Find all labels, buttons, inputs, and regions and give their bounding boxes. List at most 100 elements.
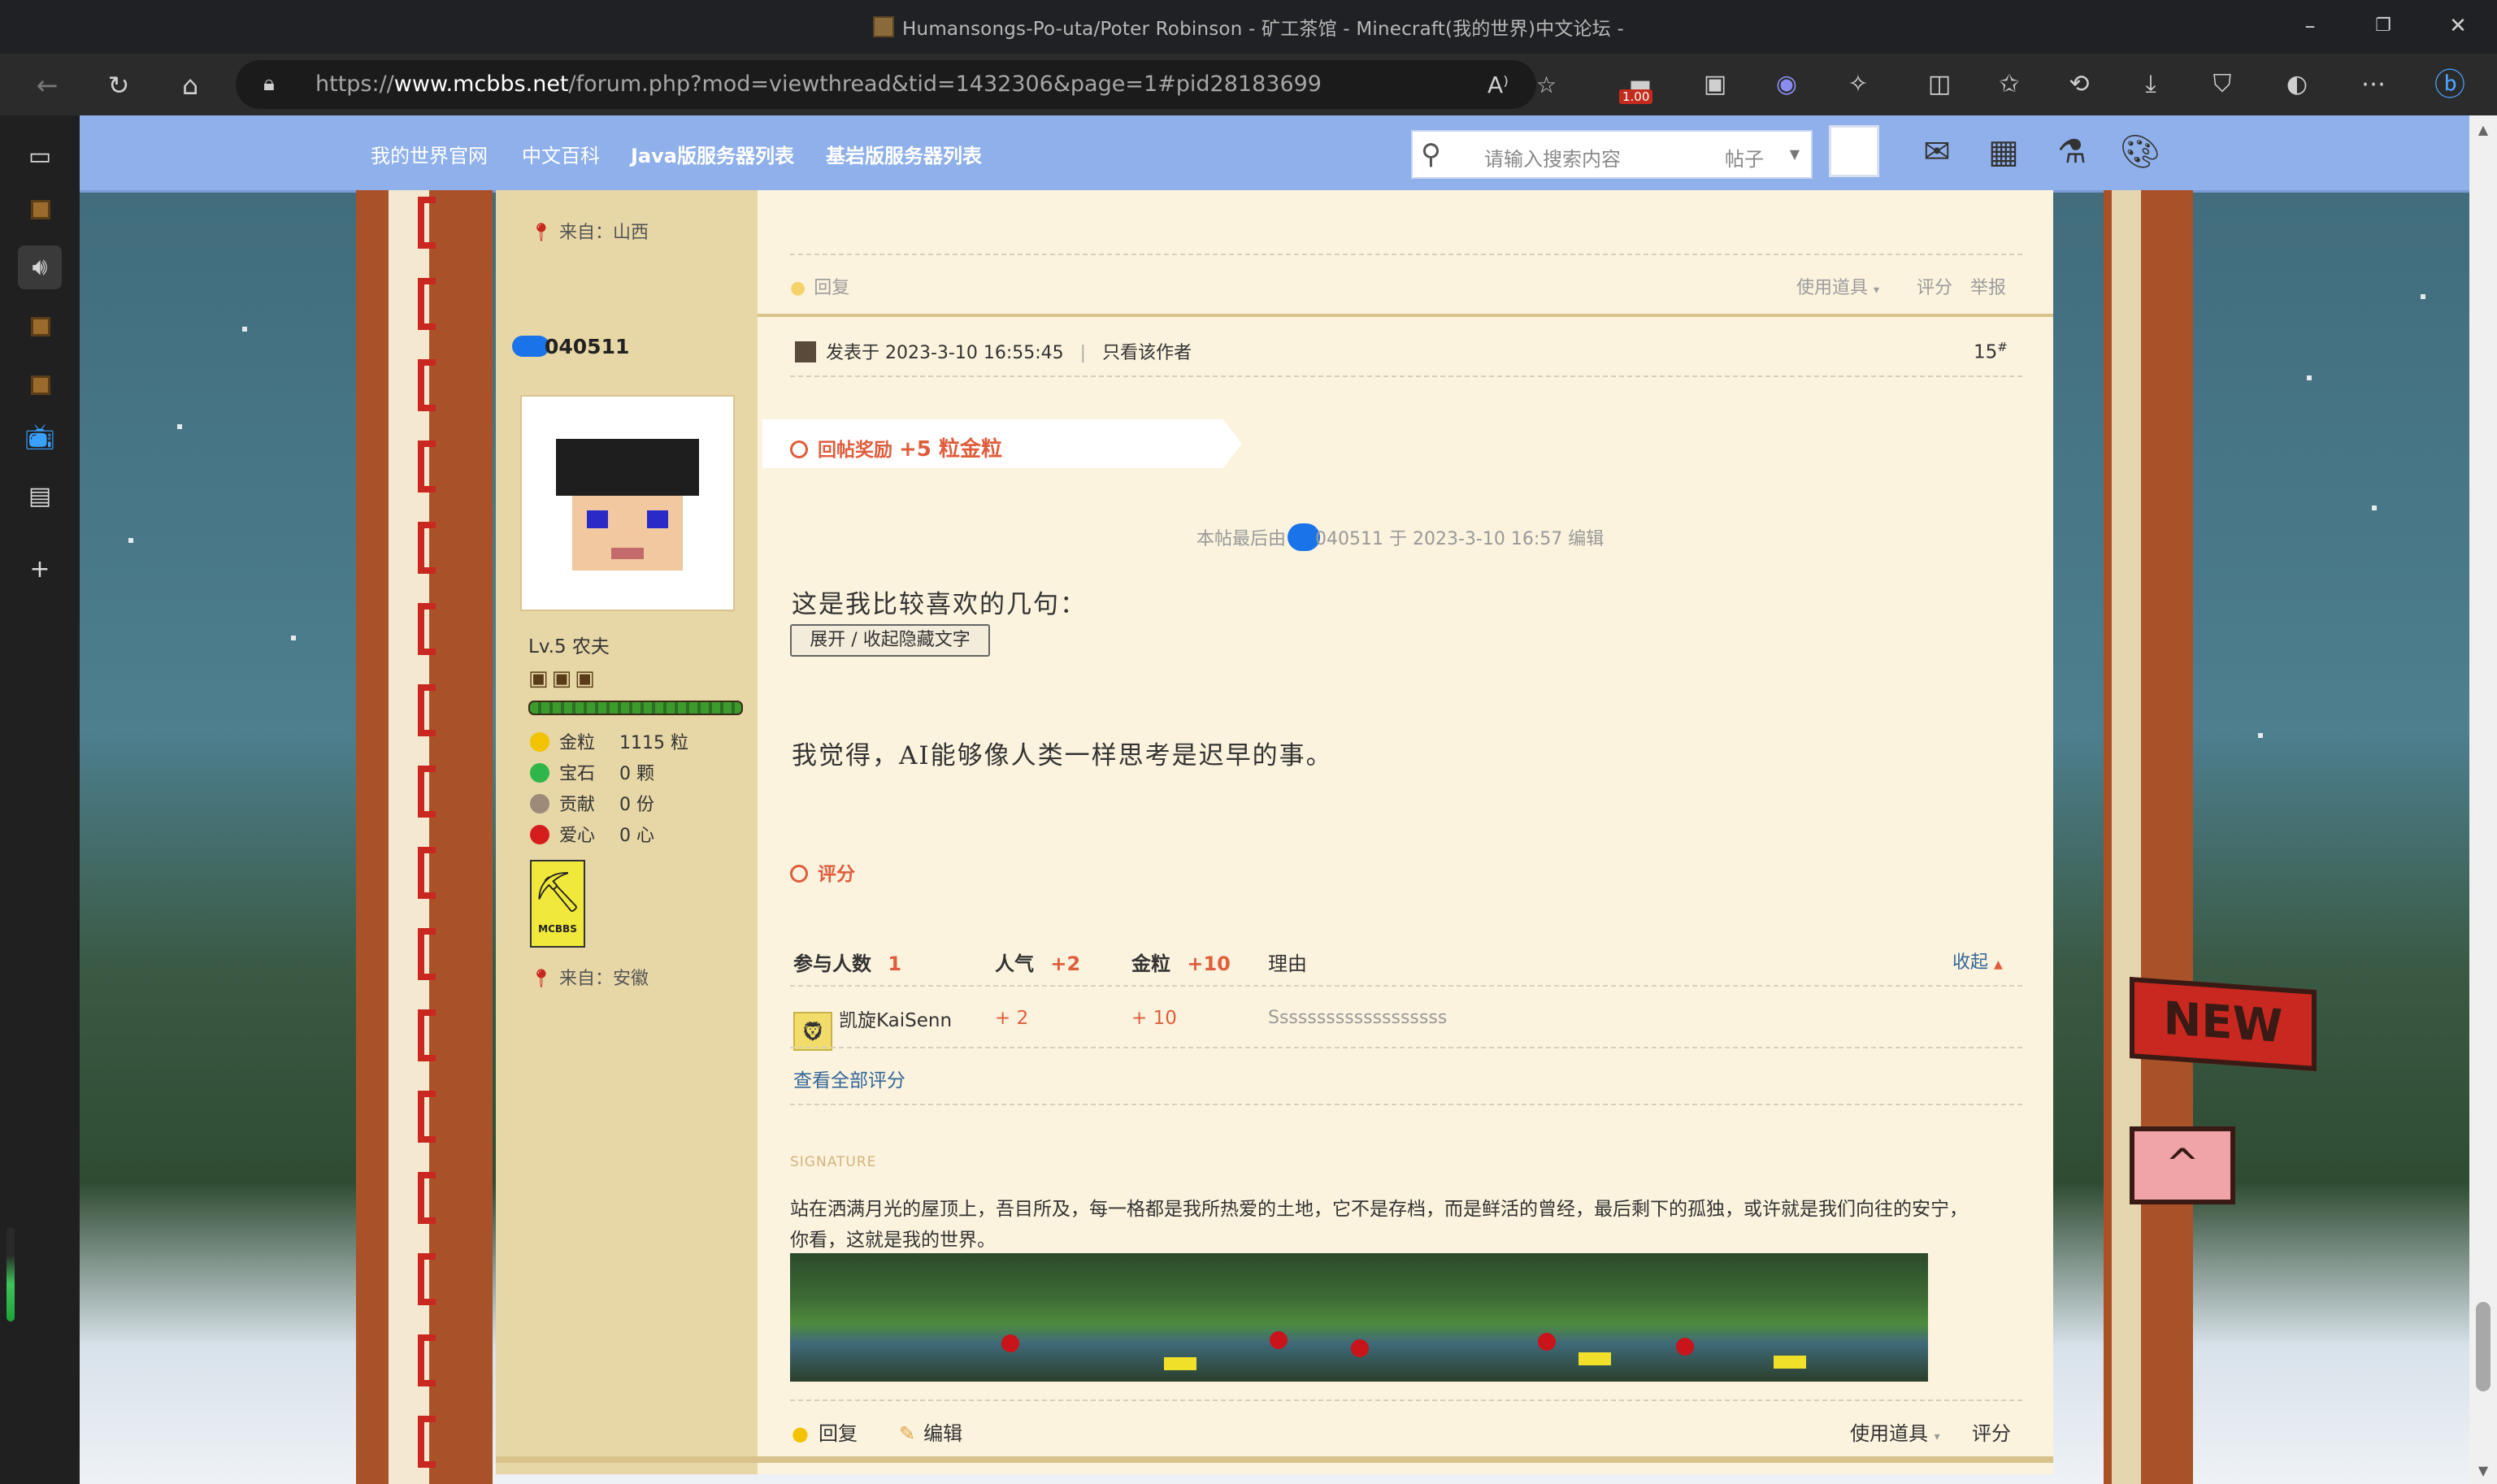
use-item-button[interactable]: 使用道具 ▾ <box>1850 1417 1940 1446</box>
favorites-icon[interactable]: ✩ <box>1993 68 2026 101</box>
frame-ornament <box>418 1091 436 1143</box>
snowflake <box>2258 733 2263 738</box>
browser-essentials-icon[interactable]: ⛉ <box>2206 68 2239 101</box>
rating-gold: 金粒 +10 <box>1131 952 1231 975</box>
address-url[interactable]: https://www.mcbbs.net/forum.php?mod=view… <box>315 72 1322 97</box>
search-input[interactable]: 请输入搜索内容 <box>1484 143 1621 171</box>
scroll-up-icon[interactable]: ▲ <box>2469 122 2497 137</box>
frame-ornament <box>418 1172 436 1224</box>
edit-button[interactable]: ✎ 编辑 <box>899 1417 962 1446</box>
frame-ornament <box>418 1334 436 1386</box>
book-frame-left <box>356 190 493 1484</box>
frame-ornament <box>418 1009 436 1061</box>
prev-reply-link[interactable]: ● 回复 <box>790 273 849 299</box>
contribution-icon <box>530 794 549 814</box>
rater-name[interactable]: 凯旋KaiSenn <box>839 1010 952 1031</box>
address-bar[interactable]: 🔒︎ https://www.mcbbs.net/forum.php?mod=v… <box>236 60 1557 109</box>
search-box[interactable]: ⚲ 请输入搜索内容 <box>1411 130 1717 179</box>
frame-ornament <box>418 684 436 736</box>
split-screen-icon[interactable]: ◫ <box>1923 68 1956 101</box>
post-bottom-border <box>496 1456 2053 1463</box>
home-icon[interactable]: ⌂ <box>172 67 208 103</box>
rating-collapse-link[interactable]: 收起 ▲ <box>1952 948 2003 974</box>
history-icon[interactable]: ⟲ <box>2063 68 2095 101</box>
frame-ornament <box>418 359 436 411</box>
potion-icon[interactable]: ⚗︎ <box>2047 127 2097 177</box>
signature-label: SIGNATURE <box>790 1154 877 1170</box>
new-tab-icon[interactable]: + <box>18 548 62 592</box>
search-icon[interactable]: ⚲ <box>1421 138 1441 171</box>
poppy-flower <box>1676 1338 1694 1356</box>
only-author-link[interactable]: 只看该作者 <box>1102 343 1192 363</box>
close-window-icon[interactable]: ✕ <box>2442 10 2474 42</box>
snowflake <box>177 424 182 429</box>
stat-love: 爱心 0 心 <box>530 821 654 847</box>
view-all-ratings-link[interactable]: 查看全部评分 <box>793 1065 905 1092</box>
rater-avatar[interactable]: 🦁︎ <box>793 1012 832 1051</box>
extension-l-icon[interactable]: ▣ <box>1699 68 1731 101</box>
tab-audio-icon[interactable]: 🔊︎ <box>18 245 62 289</box>
nav-link-java-servers[interactable]: Java版服务器列表 <box>631 140 794 168</box>
dandelion-flower <box>1579 1352 1611 1365</box>
new-posts-flag[interactable]: NEW <box>2130 976 2317 1072</box>
back-icon[interactable]: ← <box>29 67 65 103</box>
search-scope-select[interactable]: 帖子 ▼ <box>1715 130 1813 179</box>
restore-icon[interactable]: ❐ <box>2367 10 2399 42</box>
site-favicon-icon <box>873 16 895 37</box>
book-spine-stripe <box>2112 190 2141 1484</box>
poppy-flower <box>1351 1339 1369 1357</box>
sidebar-scroll-indicator <box>7 1227 15 1321</box>
snowflake <box>242 327 247 332</box>
tab-calendar-icon[interactable]: ▤ <box>18 475 62 519</box>
medal-badge[interactable]: ⛏︎ MCBBS <box>530 860 585 948</box>
page-scrollbar[interactable]: ▲ ▼ <box>2469 115 2497 1484</box>
tab-minecraft-icon[interactable] <box>31 317 50 336</box>
crafting-table-icon[interactable]: ▦ <box>1978 127 2029 177</box>
author-avatar[interactable] <box>520 395 735 611</box>
add-favorite-icon[interactable]: ☆ <box>1536 72 1557 98</box>
apple-heart-icon <box>530 825 549 844</box>
nav-link-wiki[interactable]: 中文百科 <box>522 140 600 168</box>
downloads-icon[interactable]: ⤓ <box>2134 68 2167 101</box>
tab-minecraft-icon[interactable] <box>31 375 50 395</box>
location-pin-icon: 📍︎ <box>530 969 553 989</box>
refresh-icon[interactable]: ↻ <box>101 67 137 103</box>
nav-link-bedrock-servers[interactable]: 基岩版服务器列表 <box>826 140 982 168</box>
scroll-down-icon[interactable]: ▼ <box>2469 1463 2497 1478</box>
rate-button[interactable]: 评分 <box>1972 1417 2011 1446</box>
author-name[interactable]: 040511 <box>512 335 629 358</box>
prev-report-link[interactable]: 举报 <box>1970 273 2006 299</box>
reply-button[interactable]: ● 回复 <box>792 1417 858 1446</box>
rank-icons: ▣▣▣ <box>528 666 598 691</box>
scrollbar-thumb[interactable] <box>2476 1302 2490 1391</box>
edit-note: 本帖最后由 040511 于 2023-3-10 16:57 编辑 <box>1196 523 1604 551</box>
floor-number[interactable]: 15# <box>1974 340 2008 363</box>
snowflake <box>291 636 296 640</box>
prev-author-location: 📍︎ 来自：山西 <box>530 223 649 243</box>
profile-avatar-icon[interactable]: ◐ <box>2281 68 2313 101</box>
tab-actions-icon[interactable]: ▭ <box>18 135 62 179</box>
signature-banner-image <box>790 1253 1928 1382</box>
user-avatar[interactable] <box>1829 125 1879 177</box>
forum-nav-bar: 我的世界官网 中文百科 Java版服务器列表 基岩版服务器列表 ⚲ 请输入搜索内… <box>80 115 2469 193</box>
circle-icon <box>790 440 808 458</box>
extension-discord-icon[interactable]: ◉ <box>1770 68 1803 101</box>
mail-icon[interactable]: ✉︎ <box>1912 127 1962 177</box>
tab-minecraft-icon[interactable] <box>31 200 50 219</box>
palette-icon[interactable]: 🎨︎ <box>2115 127 2165 177</box>
read-aloud-icon[interactable]: A⁾ <box>1487 72 1509 98</box>
more-menu-icon[interactable]: ⋯ <box>2357 68 2390 101</box>
extensions-puzzle-icon[interactable]: ✧ <box>1842 68 1874 101</box>
rating-popularity: 人气 +2 <box>995 952 1081 975</box>
browser-toolbar: ← ↻ ⌂ 🔒︎ https://www.mcbbs.net/forum.php… <box>0 54 2497 115</box>
reply-bubble-icon: ● <box>792 1422 809 1445</box>
tab-bilibili-icon[interactable]: 📺︎ <box>18 416 62 460</box>
nav-link-official-site[interactable]: 我的世界官网 <box>371 140 488 168</box>
minimize-icon[interactable]: – <box>2294 10 2326 42</box>
copilot-icon[interactable]: ⓑ <box>2434 68 2466 101</box>
prev-rate-link[interactable]: 评分 <box>1917 273 1952 299</box>
extension-counter-icon[interactable]: ▬ 1.00 <box>1619 68 1657 104</box>
toggle-hidden-text-button[interactable]: 展开 / 收起隐藏文字 <box>790 624 990 657</box>
prev-use-item-link[interactable]: 使用道具 ▾ <box>1796 273 1879 299</box>
back-to-top-flag[interactable]: ^ <box>2130 1126 2235 1204</box>
